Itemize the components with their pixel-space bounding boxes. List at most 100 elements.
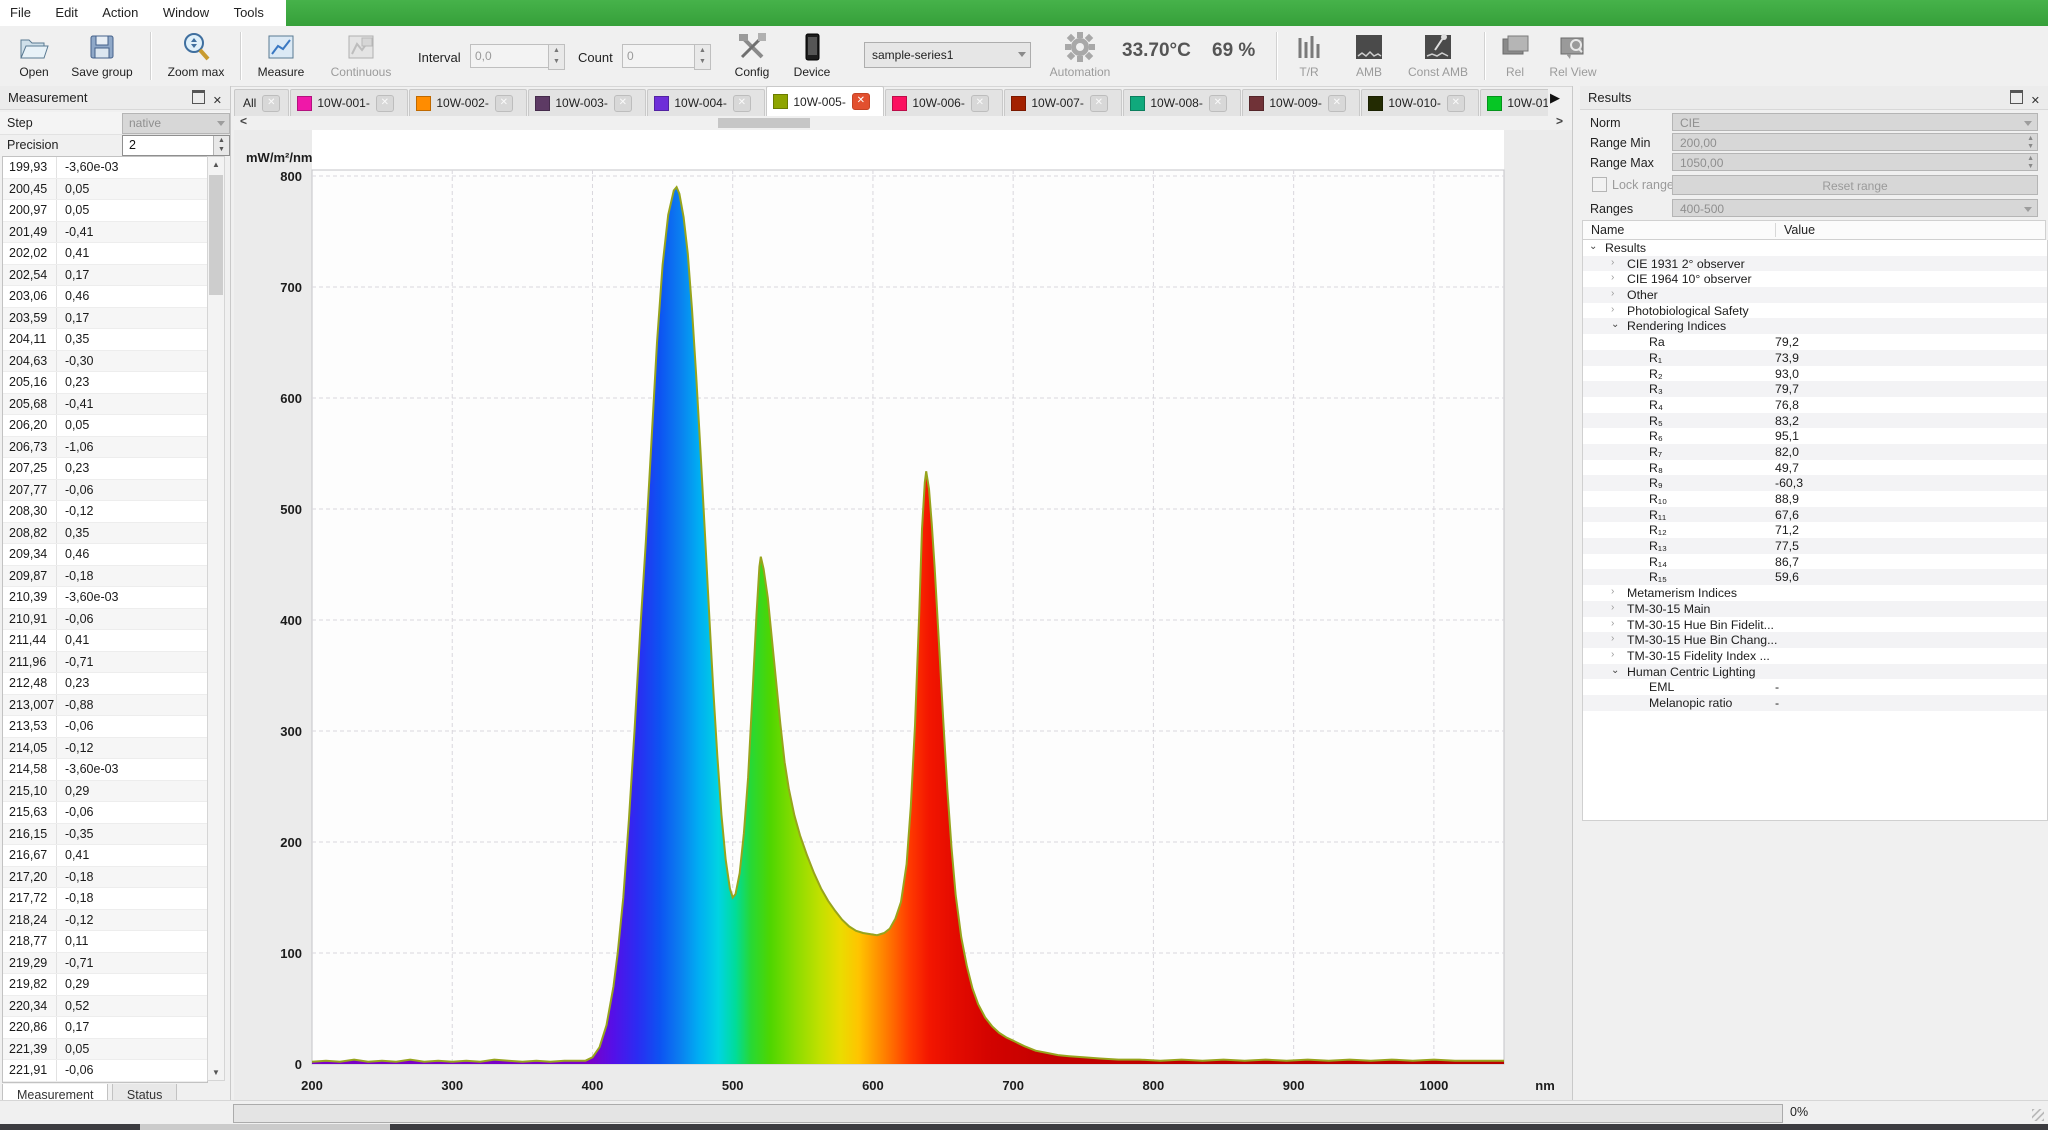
table-row[interactable]: 207,77-0,06 bbox=[3, 480, 207, 502]
table-row[interactable]: 205,160,23 bbox=[3, 372, 207, 394]
table-row[interactable]: 207,250,23 bbox=[3, 458, 207, 480]
tab-10w-001[interactable]: 10W-001-✕ bbox=[290, 89, 408, 116]
menu-edit[interactable]: Edit bbox=[45, 0, 87, 20]
table-row[interactable]: 221,390,05 bbox=[3, 1039, 207, 1061]
close-tab-icon[interactable]: ✕ bbox=[1328, 95, 1346, 112]
table-row[interactable]: 219,29-0,71 bbox=[3, 953, 207, 975]
close-tab-icon[interactable]: ✕ bbox=[614, 95, 632, 112]
close-tab-icon[interactable]: ✕ bbox=[1209, 95, 1227, 112]
tree-row[interactable]: ›CIE 1931 2° observer bbox=[1583, 256, 2047, 272]
chevron-collapsed-icon[interactable]: › bbox=[1611, 633, 1614, 644]
tab-10w-004[interactable]: 10W-004-✕ bbox=[647, 89, 765, 116]
tree-row[interactable]: Melanopic ratio- bbox=[1583, 695, 2047, 711]
close-tab-icon[interactable]: ✕ bbox=[852, 93, 870, 110]
chevron-collapsed-icon[interactable]: › bbox=[1611, 602, 1614, 613]
tree-row[interactable]: Ra79,2 bbox=[1583, 334, 2047, 350]
tab-all[interactable]: All✕ bbox=[234, 89, 289, 116]
scroll-up-icon[interactable]: ▲ bbox=[208, 160, 224, 169]
menu-file[interactable]: File bbox=[0, 0, 41, 20]
menu-tools[interactable]: Tools bbox=[224, 0, 274, 20]
precision-input[interactable]: 2 ▲▼ bbox=[122, 135, 230, 156]
precision-spinner[interactable]: ▲▼ bbox=[213, 136, 229, 155]
table-row[interactable]: 206,73-1,06 bbox=[3, 437, 207, 459]
table-row[interactable]: 201,49-0,41 bbox=[3, 222, 207, 244]
table-row[interactable]: 213,007-0,88 bbox=[3, 695, 207, 717]
config-button[interactable]: Config bbox=[724, 28, 780, 79]
tree-row[interactable]: R₁₁67,6 bbox=[1583, 507, 2047, 523]
chevron-collapsed-icon[interactable]: › bbox=[1611, 257, 1614, 268]
table-row[interactable]: 217,20-0,18 bbox=[3, 867, 207, 889]
scrollbar-thumb[interactable] bbox=[209, 175, 223, 295]
tab-10w-005[interactable]: 10W-005-✕ bbox=[766, 86, 884, 116]
table-row[interactable]: 203,590,17 bbox=[3, 308, 207, 330]
table-row[interactable]: 218,24-0,12 bbox=[3, 910, 207, 932]
close-panel-icon[interactable]: ✕ bbox=[2031, 95, 2040, 107]
close-tab-icon[interactable]: ✕ bbox=[733, 95, 751, 112]
tree-row[interactable]: R₁₅59,6 bbox=[1583, 569, 2047, 585]
tab-next-arrow-icon[interactable]: ▶ bbox=[1550, 90, 1560, 106]
interval-input[interactable]: 0,0 bbox=[470, 44, 550, 68]
tree-row[interactable]: R₃79,7 bbox=[1583, 381, 2047, 397]
tree-row[interactable]: R₁₄86,7 bbox=[1583, 554, 2047, 570]
close-tab-icon[interactable]: ✕ bbox=[1447, 95, 1465, 112]
table-row[interactable]: 209,87-0,18 bbox=[3, 566, 207, 588]
table-row[interactable]: 210,91-0,06 bbox=[3, 609, 207, 631]
tree-row[interactable]: ›TM-30-15 Main bbox=[1583, 601, 2047, 617]
table-row[interactable]: 199,93-3,60e-03 bbox=[3, 157, 207, 179]
table-row[interactable]: 204,63-0,30 bbox=[3, 351, 207, 373]
spectrum-chart[interactable]: 0100200300400500600700800200300400500600… bbox=[234, 130, 1572, 1100]
table-row[interactable]: 208,30-0,12 bbox=[3, 501, 207, 523]
close-tab-icon[interactable]: ✕ bbox=[971, 95, 989, 112]
tab-10w-009[interactable]: 10W-009-✕ bbox=[1242, 89, 1360, 116]
float-panel-icon[interactable] bbox=[192, 90, 205, 104]
chevron-collapsed-icon[interactable]: › bbox=[1611, 649, 1614, 660]
scroll-down-icon[interactable]: ▼ bbox=[208, 1068, 224, 1077]
table-row[interactable]: 214,05-0,12 bbox=[3, 738, 207, 760]
table-row[interactable]: 209,340,46 bbox=[3, 544, 207, 566]
tree-row[interactable]: ⌄Human Centric Lighting bbox=[1583, 664, 2047, 680]
open-button[interactable]: Open bbox=[6, 28, 62, 79]
tab-scrollbar[interactable]: < > bbox=[234, 116, 1572, 130]
tree-row[interactable]: R₂93,0 bbox=[1583, 366, 2047, 382]
tree-row[interactable]: ⌄Rendering Indices bbox=[1583, 318, 2047, 334]
menu-action[interactable]: Action bbox=[92, 0, 148, 20]
device-button[interactable]: Device bbox=[784, 28, 840, 79]
table-row[interactable]: 211,96-0,71 bbox=[3, 652, 207, 674]
interval-spinner[interactable]: ▲▼ bbox=[548, 44, 565, 70]
table-row[interactable]: 221,91-0,06 bbox=[3, 1060, 207, 1082]
table-row[interactable]: 204,110,35 bbox=[3, 329, 207, 351]
table-row[interactable]: 202,540,17 bbox=[3, 265, 207, 287]
count-spinner[interactable]: ▲▼ bbox=[694, 44, 711, 70]
close-tab-icon[interactable]: ✕ bbox=[495, 95, 513, 112]
chevron-expanded-icon[interactable]: ⌄ bbox=[1589, 241, 1597, 252]
tree-row[interactable]: ›TM-30-15 Hue Bin Chang... bbox=[1583, 632, 2047, 648]
tree-row[interactable]: R₉-60,3 bbox=[1583, 475, 2047, 491]
table-row[interactable]: 200,450,05 bbox=[3, 179, 207, 201]
tree-row[interactable]: ⌄Results bbox=[1583, 240, 2047, 256]
tree-row[interactable]: ›Metamerism Indices bbox=[1583, 585, 2047, 601]
measurement-table[interactable]: 199,93-3,60e-03200,450,05200,970,05201,4… bbox=[2, 156, 208, 1083]
chevron-expanded-icon[interactable]: ⌄ bbox=[1611, 665, 1619, 676]
chevron-collapsed-icon[interactable]: › bbox=[1611, 272, 1614, 283]
tree-row[interactable]: ›Photobiological Safety bbox=[1583, 303, 2047, 319]
save-group-button[interactable]: Save group bbox=[62, 28, 142, 79]
table-row[interactable]: 220,340,52 bbox=[3, 996, 207, 1018]
close-tab-icon[interactable]: ✕ bbox=[376, 95, 394, 112]
tab-10w-007[interactable]: 10W-007-✕ bbox=[1004, 89, 1122, 116]
table-row[interactable]: 200,970,05 bbox=[3, 200, 207, 222]
table-row[interactable]: 210,39-3,60e-03 bbox=[3, 587, 207, 609]
table-row[interactable]: 218,770,11 bbox=[3, 931, 207, 953]
table-row[interactable]: 215,100,29 bbox=[3, 781, 207, 803]
close-tab-icon[interactable]: ✕ bbox=[1090, 95, 1108, 112]
table-row[interactable]: 202,020,41 bbox=[3, 243, 207, 265]
table-row[interactable]: 211,440,41 bbox=[3, 630, 207, 652]
tab-10w-006[interactable]: 10W-006-✕ bbox=[885, 89, 1003, 116]
tab-scroll-right-icon[interactable]: > bbox=[1556, 114, 1563, 128]
chevron-collapsed-icon[interactable]: › bbox=[1611, 304, 1614, 315]
chevron-collapsed-icon[interactable]: › bbox=[1611, 288, 1614, 299]
count-input[interactable]: 0 bbox=[622, 44, 696, 68]
close-tab-icon[interactable]: ✕ bbox=[262, 95, 280, 112]
table-row[interactable]: 203,060,46 bbox=[3, 286, 207, 308]
results-tree[interactable]: ⌄Results›CIE 1931 2° observer›CIE 1964 1… bbox=[1582, 240, 2048, 821]
chevron-collapsed-icon[interactable]: › bbox=[1611, 586, 1614, 597]
